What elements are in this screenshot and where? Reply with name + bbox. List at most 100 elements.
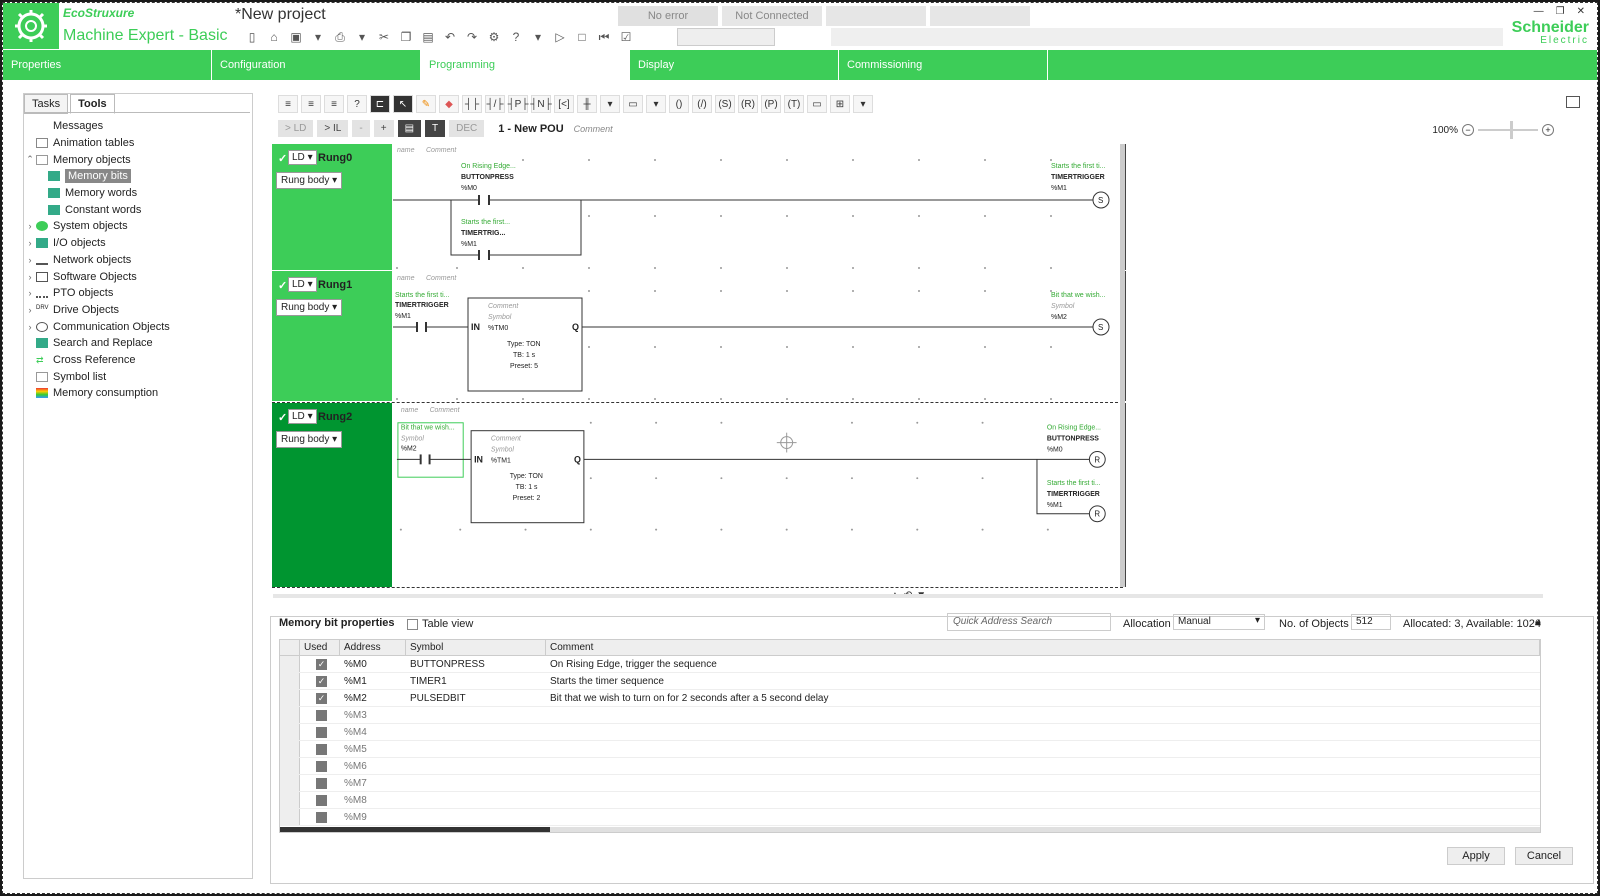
table-row[interactable]: ✓ %M1 TIMER1 Starts the timer sequence (280, 673, 1540, 690)
zoom-plus-icon[interactable]: + (1542, 124, 1554, 136)
allocation-select[interactable]: Manual (1173, 614, 1265, 630)
table-horizontal-scrollbar[interactable] (280, 827, 1540, 832)
convert-il-button[interactable]: > IL (317, 120, 349, 137)
used-cell[interactable]: ✓ (300, 690, 340, 706)
cancel-button[interactable]: Cancel (1515, 847, 1573, 865)
row-gutter[interactable] (280, 656, 300, 672)
expand-icon[interactable]: › (24, 305, 36, 315)
used-checkbox[interactable]: ✓ (316, 692, 327, 704)
collapse-icon[interactable]: ⌃ (24, 154, 36, 165)
symbol-cell[interactable] (406, 707, 546, 723)
print-icon[interactable]: ⎙ (331, 28, 349, 46)
paste-icon[interactable]: ▤ (419, 28, 437, 46)
rung-list-icon[interactable]: ≡ (324, 95, 344, 113)
tab-display[interactable]: Display (630, 50, 839, 80)
rising-edge-contact-icon[interactable]: ┤P├ (508, 95, 528, 113)
expand-icon[interactable]: › (24, 221, 36, 231)
symbol-cell[interactable]: TIMER1 (406, 673, 546, 689)
stop-icon[interactable]: □ (573, 28, 591, 46)
rung-body-select[interactable]: Rung body ▾ (276, 299, 343, 316)
comment-toggle-icon[interactable]: ▤ (397, 120, 422, 137)
comment-cell[interactable] (546, 792, 1540, 808)
used-cell[interactable] (300, 775, 340, 791)
tree-item-system-objects[interactable]: › System objects (24, 218, 250, 235)
target-select[interactable] (677, 28, 775, 46)
text-toggle-icon[interactable]: T (425, 120, 446, 137)
tree-item-messages[interactable]: Messages (24, 118, 250, 135)
row-gutter[interactable] (280, 792, 300, 808)
used-cell[interactable] (300, 741, 340, 757)
check-icon[interactable]: ☑ (617, 28, 635, 46)
tree-item-communication-objects[interactable]: › Communication Objects (24, 318, 250, 335)
used-checkbox[interactable]: ✓ (316, 675, 327, 687)
pencil-icon[interactable]: ✎ (416, 95, 436, 113)
eraser-icon[interactable]: ◆ (439, 95, 459, 113)
symbol-cell[interactable] (406, 758, 546, 774)
coil-icon[interactable]: () (669, 95, 689, 113)
comment-icon[interactable]: ? (347, 95, 367, 113)
tree-item-io-objects[interactable]: › I/O objects (24, 235, 250, 252)
save-dropdown-icon[interactable]: ▾ (309, 28, 327, 46)
pou-comment[interactable]: Comment (574, 124, 613, 134)
comment-cell[interactable]: Bit that we wish to turn on for 2 second… (546, 690, 1540, 706)
insert-rung-icon[interactable]: ≡ (278, 95, 298, 113)
comment-cell[interactable] (546, 707, 1540, 723)
expand-icon[interactable]: › (24, 238, 36, 248)
pulse-coil-icon[interactable]: (P) (761, 95, 781, 113)
restore-icon[interactable]: ❐ (1556, 6, 1565, 17)
used-checkbox[interactable] (316, 709, 327, 721)
tree-item-memory-objects[interactable]: ⌃ Memory objects (24, 151, 250, 168)
normally-open-contact-icon[interactable]: ┤├ (462, 95, 482, 113)
maximize-editor-icon[interactable] (1566, 96, 1580, 108)
table-row[interactable]: %M9 (280, 809, 1540, 826)
table-row[interactable]: %M6 (280, 758, 1540, 775)
print-dropdown-icon[interactable]: ▾ (353, 28, 371, 46)
reset-coil-icon[interactable]: (R) (738, 95, 758, 113)
function-block-icon[interactable]: ▭ (623, 95, 643, 113)
tab-configuration[interactable]: Configuration (212, 50, 421, 80)
used-cell[interactable]: ✓ (300, 673, 340, 689)
tree-item-constant-words[interactable]: Constant words (24, 201, 250, 218)
ld-mode-icon[interactable]: ⊏ (370, 95, 390, 113)
branch-icon[interactable]: ╫ (577, 95, 597, 113)
tab-tools[interactable]: Tools (70, 94, 115, 114)
rung-0-canvas[interactable]: name Comment On Rising Edge... BUTTONPRE… (393, 144, 1123, 270)
dec-button[interactable]: DEC (449, 120, 485, 137)
tree-item-memory-bits[interactable]: Memory bits (24, 168, 250, 185)
used-checkbox[interactable] (316, 794, 327, 806)
rung-2[interactable]: ✓ LD ▾ Rung2 Rung body ▾ name Comment Bi… (272, 402, 1126, 588)
copy-icon[interactable]: ❐ (397, 28, 415, 46)
comment-cell[interactable]: Starts the timer sequence (546, 673, 1540, 689)
rung-language-select[interactable]: LD ▾ (288, 277, 317, 292)
rung-1[interactable]: ✓ LD ▾ Rung1 Rung body ▾ name Comment St… (272, 271, 1126, 401)
rung-body-select[interactable]: Rung body ▾ (276, 172, 343, 189)
used-cell[interactable] (300, 724, 340, 740)
rung-language-select[interactable]: LD ▾ (288, 409, 317, 424)
expand-icon[interactable]: › (24, 322, 36, 332)
rung-enabled-check-icon[interactable]: ✓ (278, 411, 287, 424)
zoom-minus-icon[interactable]: − (1462, 124, 1474, 136)
table-row[interactable]: ✓ %M0 BUTTONPRESS On Rising Edge, trigger t… (280, 656, 1540, 673)
row-gutter[interactable] (280, 758, 300, 774)
rung-1-canvas[interactable]: name Comment Starts the first ti... TIME… (393, 271, 1123, 401)
symbol-cell[interactable] (406, 792, 546, 808)
rung-0[interactable]: ✓ LD ▾ Rung0 Rung body ▾ name Comment On… (272, 144, 1126, 270)
comment-cell[interactable] (546, 758, 1540, 774)
redo-icon[interactable]: ↷ (463, 28, 481, 46)
settings-icon[interactable]: ⚙ (485, 28, 503, 46)
used-checkbox[interactable] (316, 777, 327, 789)
help-dropdown-icon[interactable]: ▾ (529, 28, 547, 46)
tree-item-network-objects[interactable]: › Network objects (24, 252, 250, 269)
minimize-icon[interactable]: — (1534, 6, 1544, 17)
comment-cell[interactable]: On Rising Edge, trigger the sequence (546, 656, 1540, 672)
negated-coil-icon[interactable]: (/) (692, 95, 712, 113)
symbol-cell[interactable] (406, 724, 546, 740)
expand-icon[interactable]: › (24, 255, 36, 265)
comment-cell[interactable] (546, 724, 1540, 740)
zoom-slider[interactable] (1478, 121, 1538, 139)
row-gutter[interactable] (280, 673, 300, 689)
row-gutter[interactable] (280, 724, 300, 740)
rung-2-canvas[interactable]: name Comment Bit that we wish... Symbol … (393, 403, 1123, 587)
tree-item-cross-reference[interactable]: ⇄ Cross Reference (24, 352, 250, 369)
expand-icon[interactable]: › (24, 272, 36, 282)
